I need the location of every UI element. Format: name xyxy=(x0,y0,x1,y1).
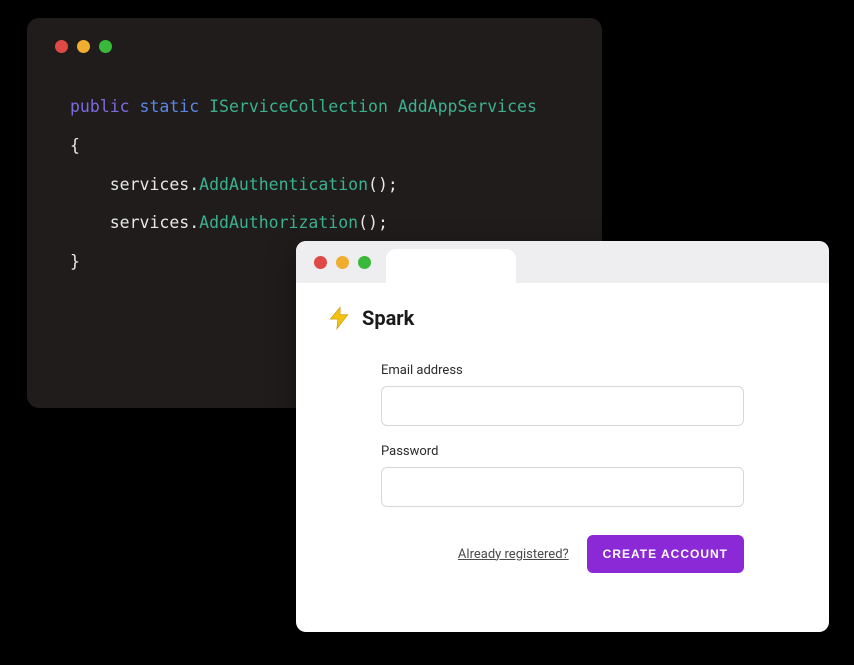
method-name: AddAppServices xyxy=(398,97,537,116)
email-input[interactable] xyxy=(381,386,744,426)
code-line: services.AddAuthentication(); xyxy=(70,166,574,205)
maximize-icon[interactable] xyxy=(99,40,112,53)
type-name: IServiceCollection xyxy=(209,97,388,116)
form-actions: Already registered? CREATE ACCOUNT xyxy=(381,535,744,573)
bolt-icon xyxy=(326,305,352,331)
maximize-icon[interactable] xyxy=(358,256,371,269)
already-registered-link[interactable]: Already registered? xyxy=(458,547,569,562)
browser-tab[interactable] xyxy=(386,249,516,283)
code-line: public static IServiceCollection AddAppS… xyxy=(70,88,574,127)
method-call: AddAuthorization xyxy=(199,213,358,232)
minimize-icon[interactable] xyxy=(77,40,90,53)
close-icon[interactable] xyxy=(55,40,68,53)
code-line: services.AddAuthorization(); xyxy=(70,204,574,243)
method-call: AddAuthentication xyxy=(199,175,368,194)
browser-content: Spark Email address Password Already reg… xyxy=(296,283,829,601)
password-label: Password xyxy=(381,444,744,459)
window-controls xyxy=(55,40,574,53)
brand-name: Spark xyxy=(362,306,414,330)
code-line: { xyxy=(70,127,574,166)
brand: Spark xyxy=(326,305,799,331)
keyword-static: static xyxy=(140,97,200,116)
signup-form: Email address Password Already registere… xyxy=(326,363,799,573)
keyword-public: public xyxy=(70,97,130,116)
email-field-group: Email address xyxy=(381,363,744,426)
create-account-button[interactable]: CREATE ACCOUNT xyxy=(587,535,744,573)
password-field-group: Password xyxy=(381,444,744,507)
close-icon[interactable] xyxy=(314,256,327,269)
email-label: Email address xyxy=(381,363,744,378)
browser-window: Spark Email address Password Already reg… xyxy=(296,241,829,632)
minimize-icon[interactable] xyxy=(336,256,349,269)
window-controls xyxy=(314,256,371,269)
browser-tab-bar xyxy=(296,241,829,283)
password-input[interactable] xyxy=(381,467,744,507)
